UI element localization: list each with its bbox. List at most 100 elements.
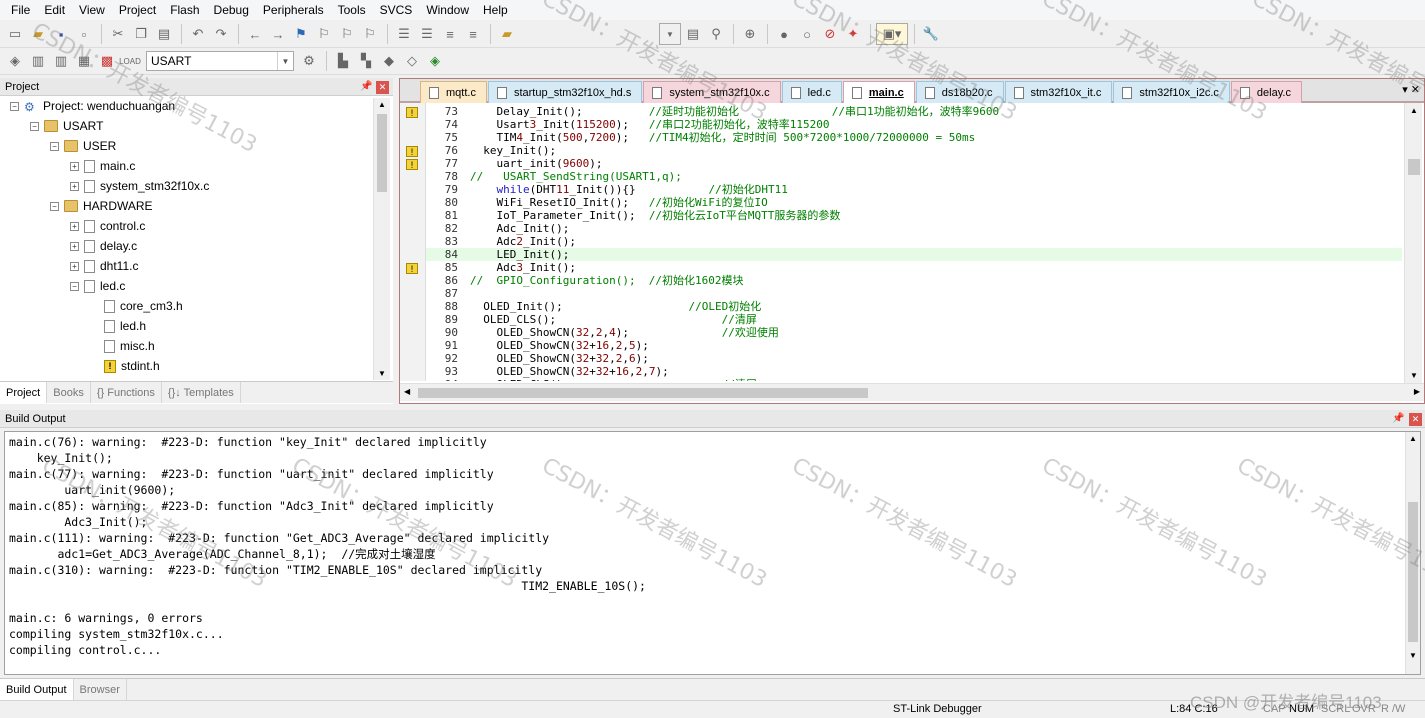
batch-build-icon[interactable]: ▦ <box>73 50 95 72</box>
warning-icon[interactable]: ! <box>406 107 418 118</box>
code-line[interactable]: 92 OLED_ShowCN(32+32,2,6); <box>426 352 1402 365</box>
debug-session-icon[interactable]: ● <box>773 23 795 45</box>
file-extensions-icon[interactable]: ▙ <box>332 50 354 72</box>
incremental-find-icon[interactable]: ▤ <box>682 23 704 45</box>
cut-icon[interactable]: ✂ <box>107 23 129 45</box>
editor-hscrollbar[interactable]: ◀ ▶ <box>400 383 1424 401</box>
target-select[interactable]: USART ▼ <box>146 51 294 71</box>
code-line[interactable]: 75 TIM4_Init(500,7200); //TIM4初始化，定时时间 5… <box>426 131 1402 144</box>
collapse-icon[interactable]: − <box>50 201 59 211</box>
save-icon[interactable]: ▪ <box>50 23 72 45</box>
code-line[interactable]: 94 OLED_CLS(); //清屏 <box>426 378 1402 381</box>
collapse-icon[interactable]: − <box>70 281 79 291</box>
warning-icon[interactable]: ! <box>406 263 418 274</box>
close-icon[interactable]: ✕ <box>376 81 389 94</box>
expand-icon[interactable]: + <box>70 181 79 191</box>
code-area[interactable]: 73 Delay_Init(); //延时功能初始化 //串口1功能初始化，波特… <box>426 105 1402 381</box>
editor-tab-delay-c[interactable]: delay.c <box>1230 81 1302 103</box>
code-line[interactable]: 88 OLED_Init(); //OLED初始化 <box>426 300 1402 313</box>
menu-peripherals[interactable]: Peripherals <box>256 0 331 20</box>
find-icon[interactable]: ⚲ <box>705 23 727 45</box>
code-line[interactable]: 90 OLED_ShowCN(32,2,4); //欢迎使用 <box>426 326 1402 339</box>
code-line[interactable]: 93 OLED_ShowCN(32+32+16,2,7); <box>426 365 1402 378</box>
scroll-down-icon[interactable]: ▼ <box>1410 371 1418 380</box>
editor-tab-system-stm32f10x-c[interactable]: system_stm32f10x.c <box>643 81 781 103</box>
menu-edit[interactable]: Edit <box>37 0 72 20</box>
menu-view[interactable]: View <box>72 0 112 20</box>
scroll-down-icon[interactable]: ▼ <box>1409 651 1417 660</box>
collapse-icon[interactable]: − <box>30 121 39 131</box>
menu-file[interactable]: File <box>4 0 37 20</box>
tree-item-control-c[interactable]: + control.c <box>70 216 145 236</box>
new-file-icon[interactable]: ▭ <box>4 23 26 45</box>
tree-item-system-stm32f10x-c[interactable]: + system_stm32f10x.c <box>70 176 209 196</box>
download-icon[interactable]: LOAD <box>119 50 141 72</box>
redo-icon[interactable]: ↷ <box>210 23 232 45</box>
pin-icon[interactable]: 📌 <box>360 81 372 92</box>
bookmark-next-icon[interactable]: ⚐ <box>336 23 358 45</box>
comment-icon[interactable]: ≡ <box>439 23 461 45</box>
scroll-up-icon[interactable]: ▲ <box>1410 106 1418 115</box>
tab-books[interactable]: Books <box>47 382 91 403</box>
build-output-text[interactable]: main.c(76): warning: #223-D: function "k… <box>4 431 1421 675</box>
tree-item-user[interactable]: − USER <box>50 136 116 156</box>
translate-icon[interactable]: ◈ <box>4 50 26 72</box>
editor-tab-stm32f10x-i2c-c[interactable]: stm32f10x_i2c.c <box>1113 81 1230 103</box>
pin-icon[interactable]: 📌 <box>1392 413 1404 424</box>
code-line[interactable]: 89 OLED_CLS(); //清屏 <box>426 313 1402 326</box>
tree-item-project-wenduchuangan[interactable]: − ⚙ Project: wenduchuangan <box>10 96 175 116</box>
chevron-down-icon[interactable]: ▼ <box>277 52 293 70</box>
editor-tab-ds18b20-c[interactable]: ds18b20.c <box>915 81 1004 103</box>
scroll-right-icon[interactable]: ▶ <box>1414 387 1420 396</box>
tree-item-delay-c[interactable]: + delay.c <box>70 236 137 256</box>
code-line[interactable]: 85 Adc3_Init(); <box>426 261 1402 274</box>
find-dropdown-icon[interactable]: ▼ <box>659 23 681 45</box>
bookmark-clear-icon[interactable]: ⚐ <box>359 23 381 45</box>
scroll-thumb[interactable] <box>1408 502 1418 642</box>
tab-list-dropdown-icon[interactable]: ▾ ✕ <box>1402 83 1420 96</box>
tab-project[interactable]: Project <box>0 382 48 403</box>
menu-svcs[interactable]: SVCS <box>373 0 420 20</box>
tree-item-core-cm3-h[interactable]: core_cm3.h <box>90 296 183 316</box>
code-line[interactable]: 77 uart_init(9600); <box>426 157 1402 170</box>
expand-icon[interactable]: + <box>70 161 79 171</box>
copy-icon[interactable]: ❐ <box>130 23 152 45</box>
scroll-thumb[interactable] <box>1408 159 1420 175</box>
scroll-thumb[interactable] <box>418 388 868 398</box>
save-all-icon[interactable]: ▫ <box>73 23 95 45</box>
collapse-icon[interactable]: − <box>50 141 59 151</box>
tab-browser[interactable]: Browser <box>74 679 127 700</box>
scroll-up-icon[interactable]: ▲ <box>378 100 386 109</box>
editor-tab-startup-stm32f10x-hd-s[interactable]: startup_stm32f10x_hd.s <box>487 81 643 103</box>
indent-icon[interactable]: ☰ <box>393 23 415 45</box>
editor-vscrollbar[interactable]: ▲ ▼ <box>1404 103 1422 383</box>
kill-breakpoints-icon[interactable]: ✦ <box>842 23 864 45</box>
code-line[interactable]: 80 WiFi_ResetIO_Init(); //初始化WiFi的复位IO <box>426 196 1402 209</box>
find-in-files-icon[interactable]: ▰ <box>496 23 518 45</box>
zoom-icon[interactable]: ⊕ <box>739 23 761 45</box>
bookmark-prev-icon[interactable]: ⚐ <box>313 23 335 45</box>
tree-item-misc-h[interactable]: misc.h <box>90 336 155 356</box>
tab-templates[interactable]: {}↓ Templates <box>162 382 241 403</box>
code-line[interactable]: 87 <box>426 287 1402 300</box>
uncomment-icon[interactable]: ≡ <box>462 23 484 45</box>
warning-icon[interactable]: ! <box>406 159 418 170</box>
code-line[interactable]: 74 Usart3_Init(115200); //串口2功能初始化，波特率11… <box>426 118 1402 131</box>
bookmark-icon[interactable]: ⚑ <box>290 23 312 45</box>
target-options-icon[interactable]: ⚙ <box>298 50 320 72</box>
editor-tab-mqtt-c[interactable]: mqtt.c <box>420 81 487 103</box>
expand-icon[interactable]: + <box>70 261 79 271</box>
pack-installer-icon[interactable]: ◆ <box>378 50 400 72</box>
paste-icon[interactable]: ▤ <box>153 23 175 45</box>
code-line[interactable]: 73 Delay_Init(); //延时功能初始化 //串口1功能初始化，波特… <box>426 105 1402 118</box>
select-packs-icon[interactable]: ◇ <box>401 50 423 72</box>
menu-debug[interactable]: Debug <box>207 0 256 20</box>
open-file-icon[interactable]: ▰ <box>27 23 49 45</box>
tree-item-led-c[interactable]: − led.c <box>70 276 125 296</box>
scroll-down-icon[interactable]: ▼ <box>378 369 386 378</box>
code-line[interactable]: 81 IoT_Parameter_Init(); //初始化云IoT平台MQTT… <box>426 209 1402 222</box>
warning-icon[interactable]: ! <box>406 146 418 157</box>
rte-icon[interactable]: ◈ <box>424 50 446 72</box>
build-vscrollbar[interactable]: ▲ ▼ <box>1405 432 1420 674</box>
rebuild-icon[interactable]: ▥ <box>50 50 72 72</box>
